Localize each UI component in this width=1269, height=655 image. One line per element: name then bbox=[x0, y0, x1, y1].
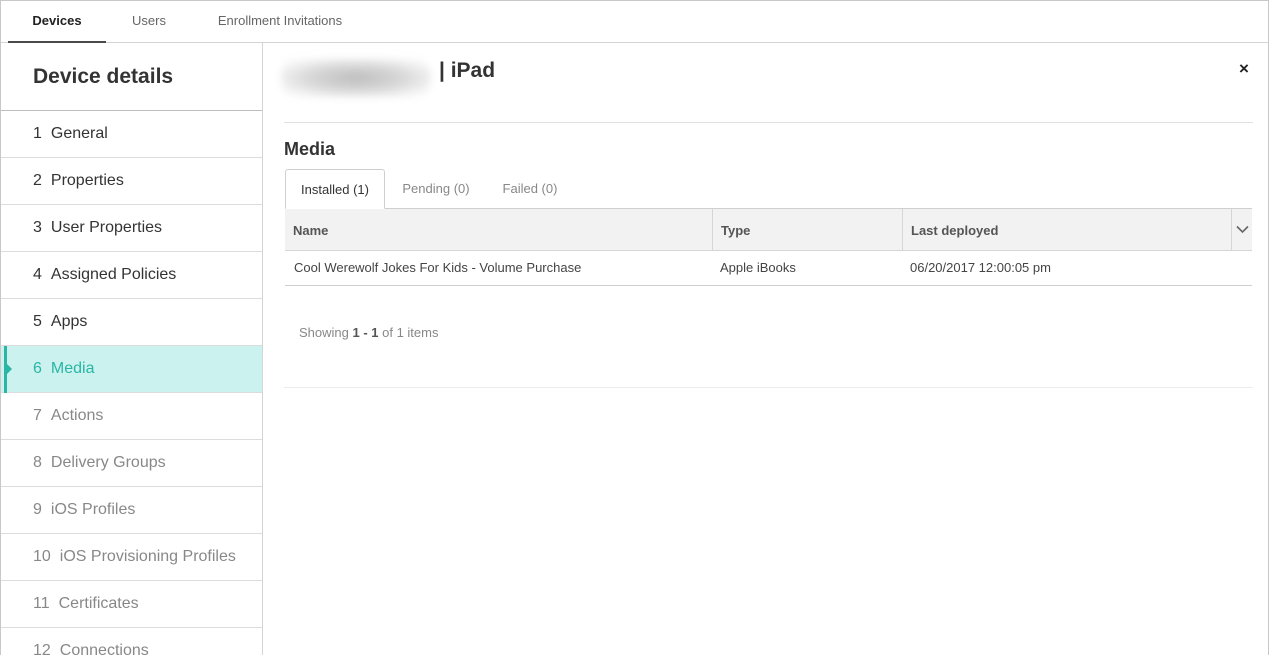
step-number: 5 bbox=[33, 313, 42, 330]
sidebar-item-label: Apps bbox=[50, 313, 88, 330]
step-list: 1 General 2 Properties 3 User Properties 4A… bbox=[1, 111, 262, 655]
tab-devices[interactable]: Devices bbox=[8, 1, 106, 43]
tab-enrollment-invitations[interactable]: Enrollment Invitations bbox=[205, 1, 355, 43]
sidebar-item-label: Certificates bbox=[58, 595, 139, 612]
step-number: 3 bbox=[33, 219, 42, 236]
media-table: Name Type Last deployed Cool Werewolf Jo… bbox=[285, 208, 1252, 286]
sidebar-item-label: Actions bbox=[50, 407, 104, 424]
sidebar-item-apps[interactable]: 5 Apps bbox=[1, 299, 262, 346]
sidebar-item-certificates[interactable]: 11 Certificates bbox=[1, 581, 262, 628]
step-number: 2 bbox=[33, 172, 42, 189]
step-number: 11 bbox=[33, 595, 50, 612]
close-icon[interactable]: × bbox=[1239, 59, 1249, 79]
step-number: 1 bbox=[33, 125, 42, 142]
tab-pending[interactable]: Pending (0) bbox=[389, 169, 483, 209]
tab-failed[interactable]: Failed (0) bbox=[489, 169, 571, 209]
sidebar-item-label: General bbox=[50, 125, 108, 142]
column-header-name[interactable]: Name bbox=[285, 209, 713, 250]
step-number: 9 bbox=[33, 501, 42, 518]
sidebar-item-label: User Properties bbox=[50, 219, 163, 236]
chevron-down-icon bbox=[1236, 225, 1249, 234]
showing-range: 1 - 1 bbox=[352, 325, 379, 340]
header-divider bbox=[284, 122, 1253, 123]
sidebar-item-label: iOS Provisioning Profiles bbox=[59, 548, 236, 565]
section-title: Media bbox=[284, 139, 336, 159]
app-frame: Devices Users Enrollment Invitations Dev… bbox=[0, 0, 1269, 655]
device-title: | iPad bbox=[439, 59, 496, 82]
redacted-device-name bbox=[281, 59, 431, 97]
sidebar-item-delivery-groups[interactable]: 8 Delivery Groups bbox=[1, 440, 262, 487]
cell-type: Apple iBooks bbox=[720, 260, 796, 275]
sidebar-item-properties[interactable]: 2 Properties bbox=[1, 158, 262, 205]
cell-last-deployed: 06/20/2017 12:00:05 pm bbox=[910, 260, 1051, 275]
sidebar-item-assigned-policies[interactable]: 4 Assigned Policies bbox=[1, 252, 262, 299]
showing-suffix: of 1 items bbox=[378, 325, 439, 340]
sidebar-item-user-properties[interactable]: 3 User Properties bbox=[1, 205, 262, 252]
pagination-summary: Showing 1 - 1 of 1 items bbox=[299, 325, 438, 340]
step-number: 8 bbox=[33, 454, 42, 471]
sidebar-item-connections[interactable]: 12 Connections bbox=[1, 628, 262, 655]
sidebar-item-label: Properties bbox=[50, 172, 124, 189]
sidebar-item-label: Connections bbox=[59, 642, 149, 655]
sidebar-item-ios-profiles[interactable]: 9 iOS Profiles bbox=[1, 487, 262, 534]
sidebar-item-label: Assigned Policies bbox=[50, 266, 177, 283]
table-header: Name Type Last deployed bbox=[285, 209, 1252, 251]
sidebar-item-label: Delivery Groups bbox=[50, 454, 166, 471]
sidebar-item-media[interactable]: 6 Media bbox=[1, 346, 262, 393]
sidebar-item-actions[interactable]: 7 Actions bbox=[1, 393, 262, 440]
device-details-sidebar: Device details 1 General 2 Properties 3 Use… bbox=[1, 43, 263, 655]
column-header-last-deployed[interactable]: Last deployed bbox=[903, 209, 1231, 250]
column-menu-button[interactable] bbox=[1231, 209, 1252, 250]
sidebar-item-label: iOS Profiles bbox=[50, 501, 136, 518]
top-tab-bar: Devices Users Enrollment Invitations bbox=[1, 1, 1268, 43]
step-number: 4 bbox=[33, 266, 42, 283]
step-number: 6 bbox=[33, 360, 42, 377]
sidebar-item-ios-provisioning-profiles[interactable]: 10 iOS Provisioning Profiles bbox=[1, 534, 262, 581]
sidebar-item-general[interactable]: 1 General bbox=[1, 111, 262, 158]
step-number: 7 bbox=[33, 407, 42, 424]
tab-users[interactable]: Users bbox=[119, 1, 179, 43]
step-number: 10 bbox=[33, 548, 51, 565]
cell-name: Cool Werewolf Jokes For Kids - Volume Pu… bbox=[294, 260, 582, 275]
tab-installed[interactable]: Installed (1) bbox=[285, 169, 385, 209]
content-divider bbox=[284, 387, 1253, 388]
step-number: 12 bbox=[33, 642, 51, 655]
showing-prefix: Showing bbox=[299, 325, 353, 340]
table-row[interactable]: Cool Werewolf Jokes For Kids - Volume Pu… bbox=[285, 251, 1252, 286]
sidebar-title: Device details bbox=[33, 65, 174, 88]
sidebar-item-label: Media bbox=[50, 360, 95, 377]
column-header-type[interactable]: Type bbox=[713, 209, 903, 250]
